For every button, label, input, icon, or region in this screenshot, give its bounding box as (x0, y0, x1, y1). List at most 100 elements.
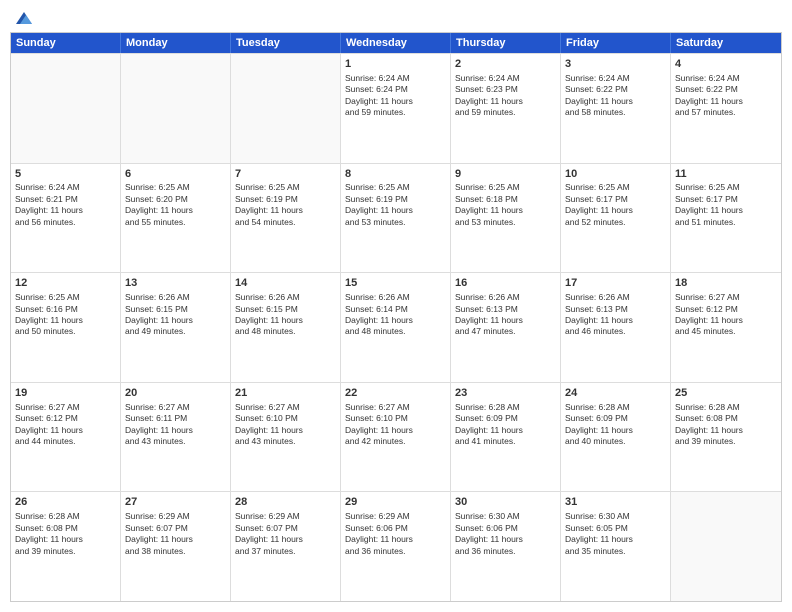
day-info: Sunrise: 6:25 AM Sunset: 6:20 PM Dayligh… (125, 182, 226, 228)
day-number: 11 (675, 167, 777, 182)
day-cell-30: 30Sunrise: 6:30 AM Sunset: 6:06 PM Dayli… (451, 492, 561, 601)
day-number: 18 (675, 276, 777, 291)
day-number: 6 (125, 167, 226, 182)
day-number: 4 (675, 57, 777, 72)
calendar-row-0: 1Sunrise: 6:24 AM Sunset: 6:24 PM Daylig… (11, 53, 781, 163)
day-info: Sunrise: 6:27 AM Sunset: 6:12 PM Dayligh… (15, 402, 116, 448)
day-cell-23: 23Sunrise: 6:28 AM Sunset: 6:09 PM Dayli… (451, 383, 561, 492)
day-number: 13 (125, 276, 226, 291)
day-cell-3: 3Sunrise: 6:24 AM Sunset: 6:22 PM Daylig… (561, 54, 671, 163)
day-info: Sunrise: 6:28 AM Sunset: 6:09 PM Dayligh… (565, 402, 666, 448)
day-cell-13: 13Sunrise: 6:26 AM Sunset: 6:15 PM Dayli… (121, 273, 231, 382)
day-info: Sunrise: 6:26 AM Sunset: 6:13 PM Dayligh… (455, 292, 556, 338)
day-cell-4: 4Sunrise: 6:24 AM Sunset: 6:22 PM Daylig… (671, 54, 781, 163)
weekday-header-friday: Friday (561, 33, 671, 53)
day-number: 23 (455, 386, 556, 401)
day-cell-6: 6Sunrise: 6:25 AM Sunset: 6:20 PM Daylig… (121, 164, 231, 273)
weekday-header-sunday: Sunday (11, 33, 121, 53)
page: SundayMondayTuesdayWednesdayThursdayFrid… (0, 0, 792, 612)
day-number: 10 (565, 167, 666, 182)
day-number: 27 (125, 495, 226, 510)
empty-cell-4-6 (671, 492, 781, 601)
header (10, 10, 782, 24)
day-info: Sunrise: 6:27 AM Sunset: 6:11 PM Dayligh… (125, 402, 226, 448)
day-cell-20: 20Sunrise: 6:27 AM Sunset: 6:11 PM Dayli… (121, 383, 231, 492)
day-cell-19: 19Sunrise: 6:27 AM Sunset: 6:12 PM Dayli… (11, 383, 121, 492)
empty-cell-0-0 (11, 54, 121, 163)
day-info: Sunrise: 6:28 AM Sunset: 6:08 PM Dayligh… (675, 402, 777, 448)
day-cell-10: 10Sunrise: 6:25 AM Sunset: 6:17 PM Dayli… (561, 164, 671, 273)
day-cell-17: 17Sunrise: 6:26 AM Sunset: 6:13 PM Dayli… (561, 273, 671, 382)
day-cell-31: 31Sunrise: 6:30 AM Sunset: 6:05 PM Dayli… (561, 492, 671, 601)
day-cell-22: 22Sunrise: 6:27 AM Sunset: 6:10 PM Dayli… (341, 383, 451, 492)
day-number: 7 (235, 167, 336, 182)
day-info: Sunrise: 6:26 AM Sunset: 6:15 PM Dayligh… (235, 292, 336, 338)
day-number: 1 (345, 57, 446, 72)
day-cell-27: 27Sunrise: 6:29 AM Sunset: 6:07 PM Dayli… (121, 492, 231, 601)
empty-cell-0-2 (231, 54, 341, 163)
day-info: Sunrise: 6:25 AM Sunset: 6:16 PM Dayligh… (15, 292, 116, 338)
logo-icon (12, 10, 34, 28)
day-number: 25 (675, 386, 777, 401)
weekday-header-thursday: Thursday (451, 33, 561, 53)
day-info: Sunrise: 6:24 AM Sunset: 6:22 PM Dayligh… (565, 73, 666, 119)
day-cell-5: 5Sunrise: 6:24 AM Sunset: 6:21 PM Daylig… (11, 164, 121, 273)
day-cell-29: 29Sunrise: 6:29 AM Sunset: 6:06 PM Dayli… (341, 492, 451, 601)
day-number: 12 (15, 276, 116, 291)
day-info: Sunrise: 6:29 AM Sunset: 6:07 PM Dayligh… (125, 511, 226, 557)
day-cell-1: 1Sunrise: 6:24 AM Sunset: 6:24 PM Daylig… (341, 54, 451, 163)
day-cell-9: 9Sunrise: 6:25 AM Sunset: 6:18 PM Daylig… (451, 164, 561, 273)
day-number: 16 (455, 276, 556, 291)
weekday-header-wednesday: Wednesday (341, 33, 451, 53)
day-cell-16: 16Sunrise: 6:26 AM Sunset: 6:13 PM Dayli… (451, 273, 561, 382)
day-info: Sunrise: 6:29 AM Sunset: 6:06 PM Dayligh… (345, 511, 446, 557)
day-number: 24 (565, 386, 666, 401)
day-cell-2: 2Sunrise: 6:24 AM Sunset: 6:23 PM Daylig… (451, 54, 561, 163)
day-cell-12: 12Sunrise: 6:25 AM Sunset: 6:16 PM Dayli… (11, 273, 121, 382)
day-cell-28: 28Sunrise: 6:29 AM Sunset: 6:07 PM Dayli… (231, 492, 341, 601)
day-info: Sunrise: 6:26 AM Sunset: 6:15 PM Dayligh… (125, 292, 226, 338)
day-info: Sunrise: 6:30 AM Sunset: 6:05 PM Dayligh… (565, 511, 666, 557)
day-info: Sunrise: 6:28 AM Sunset: 6:09 PM Dayligh… (455, 402, 556, 448)
day-cell-15: 15Sunrise: 6:26 AM Sunset: 6:14 PM Dayli… (341, 273, 451, 382)
day-info: Sunrise: 6:25 AM Sunset: 6:19 PM Dayligh… (345, 182, 446, 228)
weekday-header-tuesday: Tuesday (231, 33, 341, 53)
day-number: 26 (15, 495, 116, 510)
day-number: 22 (345, 386, 446, 401)
day-cell-26: 26Sunrise: 6:28 AM Sunset: 6:08 PM Dayli… (11, 492, 121, 601)
weekday-header-monday: Monday (121, 33, 231, 53)
day-info: Sunrise: 6:29 AM Sunset: 6:07 PM Dayligh… (235, 511, 336, 557)
calendar-body: 1Sunrise: 6:24 AM Sunset: 6:24 PM Daylig… (11, 53, 781, 601)
day-info: Sunrise: 6:24 AM Sunset: 6:22 PM Dayligh… (675, 73, 777, 119)
weekday-header-saturday: Saturday (671, 33, 781, 53)
day-info: Sunrise: 6:28 AM Sunset: 6:08 PM Dayligh… (15, 511, 116, 557)
day-info: Sunrise: 6:24 AM Sunset: 6:24 PM Dayligh… (345, 73, 446, 119)
day-info: Sunrise: 6:25 AM Sunset: 6:19 PM Dayligh… (235, 182, 336, 228)
day-info: Sunrise: 6:25 AM Sunset: 6:18 PM Dayligh… (455, 182, 556, 228)
day-number: 28 (235, 495, 336, 510)
day-info: Sunrise: 6:26 AM Sunset: 6:13 PM Dayligh… (565, 292, 666, 338)
day-info: Sunrise: 6:27 AM Sunset: 6:10 PM Dayligh… (345, 402, 446, 448)
day-info: Sunrise: 6:24 AM Sunset: 6:23 PM Dayligh… (455, 73, 556, 119)
day-info: Sunrise: 6:30 AM Sunset: 6:06 PM Dayligh… (455, 511, 556, 557)
calendar-row-4: 26Sunrise: 6:28 AM Sunset: 6:08 PM Dayli… (11, 491, 781, 601)
calendar-row-3: 19Sunrise: 6:27 AM Sunset: 6:12 PM Dayli… (11, 382, 781, 492)
day-cell-8: 8Sunrise: 6:25 AM Sunset: 6:19 PM Daylig… (341, 164, 451, 273)
day-number: 30 (455, 495, 556, 510)
day-info: Sunrise: 6:25 AM Sunset: 6:17 PM Dayligh… (565, 182, 666, 228)
day-number: 21 (235, 386, 336, 401)
day-info: Sunrise: 6:26 AM Sunset: 6:14 PM Dayligh… (345, 292, 446, 338)
day-cell-14: 14Sunrise: 6:26 AM Sunset: 6:15 PM Dayli… (231, 273, 341, 382)
day-info: Sunrise: 6:25 AM Sunset: 6:17 PM Dayligh… (675, 182, 777, 228)
day-info: Sunrise: 6:27 AM Sunset: 6:10 PM Dayligh… (235, 402, 336, 448)
day-number: 2 (455, 57, 556, 72)
day-cell-11: 11Sunrise: 6:25 AM Sunset: 6:17 PM Dayli… (671, 164, 781, 273)
calendar-row-2: 12Sunrise: 6:25 AM Sunset: 6:16 PM Dayli… (11, 272, 781, 382)
day-info: Sunrise: 6:27 AM Sunset: 6:12 PM Dayligh… (675, 292, 777, 338)
day-number: 17 (565, 276, 666, 291)
logo (10, 10, 34, 24)
day-number: 8 (345, 167, 446, 182)
day-number: 31 (565, 495, 666, 510)
day-number: 5 (15, 167, 116, 182)
day-cell-21: 21Sunrise: 6:27 AM Sunset: 6:10 PM Dayli… (231, 383, 341, 492)
